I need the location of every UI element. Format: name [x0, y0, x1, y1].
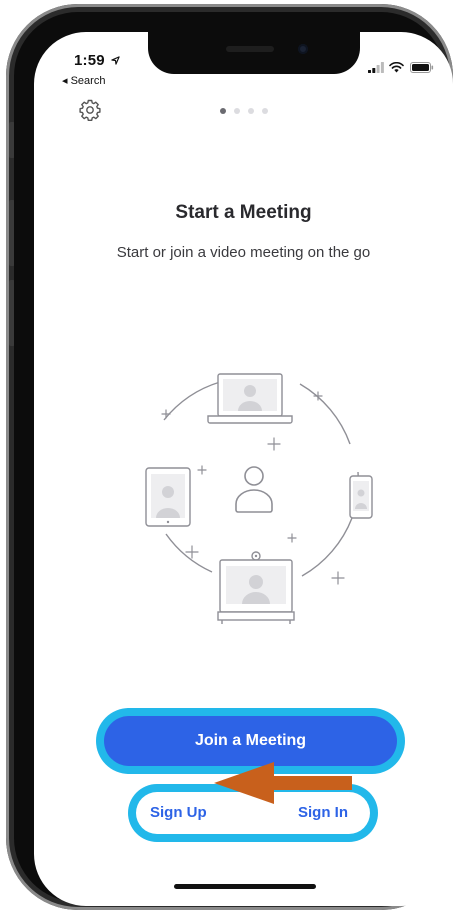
wifi-icon [389, 62, 404, 73]
meeting-illustration [145, 373, 373, 624]
page-title: Start a Meeting [175, 202, 312, 223]
orbit-arc-bottom-left [165, 533, 213, 573]
page-subtitle: Start or join a video meeting on the go [116, 244, 371, 261]
battery-icon [410, 62, 434, 73]
front-camera [298, 44, 308, 54]
laptop-device-icon [207, 373, 293, 424]
tablet-device-icon [145, 467, 191, 527]
orbit-arc-top [163, 381, 221, 421]
gear-icon[interactable] [78, 98, 102, 122]
sign-up-button[interactable]: Sign Up [150, 804, 207, 821]
room-display-icon [217, 551, 295, 624]
status-time-text: 1:59 [74, 52, 105, 69]
center-user-icon [235, 466, 273, 513]
status-time: 1:59 [74, 52, 120, 69]
speaker-grille [226, 46, 274, 52]
sign-in-button[interactable]: Sign In [298, 804, 348, 821]
home-indicator[interactable] [174, 884, 316, 889]
phone-device-icon [349, 475, 373, 519]
notch [148, 32, 360, 74]
page-dot[interactable] [262, 108, 268, 114]
page-dot[interactable] [234, 108, 240, 114]
orbit-arc-bottom-right [301, 517, 353, 577]
page-dot-active[interactable] [220, 108, 226, 114]
back-to-search-link[interactable]: ◂ Search [62, 74, 105, 87]
signal-icon [368, 62, 384, 73]
orbit-arc-top-right [299, 383, 351, 445]
join-meeting-button[interactable]: Join a Meeting [104, 716, 397, 766]
page-dot[interactable] [248, 108, 254, 114]
location-arrow-icon [111, 56, 120, 65]
annotation-arrow-icon [214, 762, 352, 804]
